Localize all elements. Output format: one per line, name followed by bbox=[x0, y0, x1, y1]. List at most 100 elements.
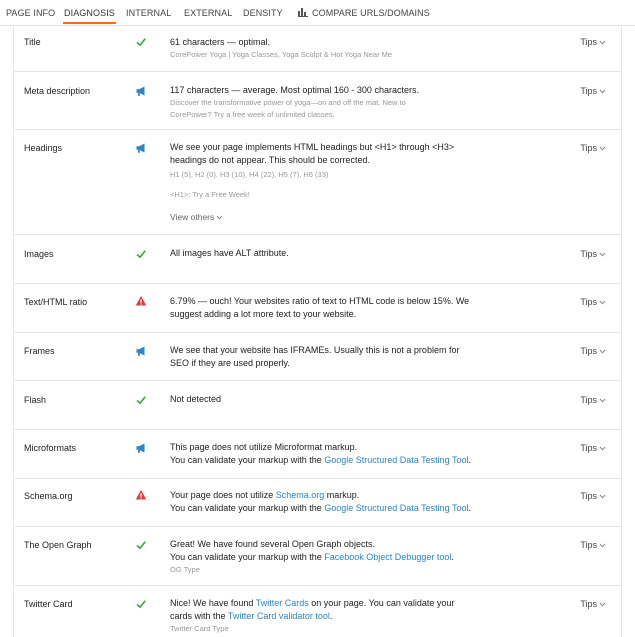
row-details: We see that your website has IFRAMEs. Us… bbox=[170, 344, 490, 370]
row-twitter-card: Twitter Card Nice! We have found Twitter… bbox=[14, 586, 621, 637]
row-details: All images have ALT attribute. bbox=[170, 247, 490, 260]
twitter-cards-link[interactable]: Twitter Cards bbox=[256, 598, 309, 608]
chevron-down-icon bbox=[599, 543, 606, 548]
row-message: 117 characters — average. Most optimal 1… bbox=[170, 85, 419, 95]
chevron-down-icon bbox=[599, 446, 606, 451]
warning-icon bbox=[135, 490, 147, 500]
row-message: 6.79% — ouch! Your websites ratio of tex… bbox=[170, 296, 470, 319]
check-icon bbox=[136, 541, 146, 550]
row-details: Nice! We have found Twitter Cards on you… bbox=[170, 597, 490, 635]
tab-compare-label: COMPARE URLS/DOMAINS bbox=[312, 8, 430, 18]
tips-toggle[interactable]: Tips bbox=[580, 143, 607, 153]
row-text-html-ratio: Text/HTML ratio 6.79% — ouch! Your websi… bbox=[14, 284, 621, 333]
tips-toggle[interactable]: Tips bbox=[580, 540, 607, 550]
row-details: 6.79% — ouch! Your websites ratio of tex… bbox=[170, 295, 490, 321]
check-icon bbox=[136, 38, 146, 47]
row-message: We see that your website has IFRAMEs. Us… bbox=[170, 345, 460, 368]
chevron-down-icon bbox=[599, 494, 606, 499]
tips-toggle[interactable]: Tips bbox=[580, 249, 607, 259]
tab-external[interactable]: EXTERNAL bbox=[184, 8, 232, 18]
meta-description-value: Discover the transformative power of yog… bbox=[170, 98, 406, 119]
check-icon bbox=[136, 250, 146, 259]
megaphone-icon bbox=[136, 443, 145, 453]
megaphone-icon bbox=[136, 86, 145, 96]
row-message: Great! We have found several Open Graph … bbox=[170, 539, 375, 549]
chevron-down-icon bbox=[599, 300, 606, 305]
h1-value: <H1>: Try a Free Week! bbox=[170, 190, 250, 199]
row-meta-description: Meta description 117 characters — averag… bbox=[14, 72, 621, 130]
tips-toggle[interactable]: Tips bbox=[580, 599, 607, 609]
facebook-object-debugger-link[interactable]: Facebook Object Debugger tool bbox=[324, 552, 451, 562]
check-icon bbox=[136, 600, 146, 609]
row-images: Images All images have ALT attribute. Ti… bbox=[14, 235, 621, 284]
tips-toggle[interactable]: Tips bbox=[580, 346, 607, 356]
tips-toggle[interactable]: Tips bbox=[580, 297, 607, 307]
row-details: 117 characters — average. Most optimal 1… bbox=[170, 84, 490, 121]
row-label: Title bbox=[24, 37, 41, 47]
row-label: Microformats bbox=[24, 443, 77, 453]
page-title-value: CorePower Yoga | Yoga Classes, Yoga Scul… bbox=[170, 50, 393, 59]
warning-icon bbox=[135, 296, 147, 306]
row-validate-line: You can validate your markup with the Go… bbox=[170, 503, 472, 513]
row-schema-org: Schema.org Your page does not utilize Sc… bbox=[14, 479, 621, 527]
row-label: Flash bbox=[24, 395, 47, 405]
row-title: Title 61 characters — optimal. CorePower… bbox=[14, 26, 621, 72]
row-label: Text/HTML ratio bbox=[24, 297, 88, 307]
tab-internal[interactable]: INTERNAL bbox=[126, 8, 171, 18]
chevron-down-icon bbox=[599, 349, 606, 354]
chevron-down-icon bbox=[216, 215, 223, 220]
row-flash: Flash Not detected Tips bbox=[14, 381, 621, 430]
tab-compare-urls-domains[interactable]: COMPARE URLS/DOMAINS bbox=[298, 8, 430, 18]
row-details: Your page does not utilize Schema.org ma… bbox=[170, 489, 490, 515]
row-validate-line: cards with the Twitter Card validator to… bbox=[170, 611, 333, 621]
chevron-down-icon bbox=[599, 146, 606, 151]
row-label: Images bbox=[24, 249, 54, 259]
tips-toggle[interactable]: Tips bbox=[580, 443, 607, 453]
row-open-graph: The Open Graph Great! We have found seve… bbox=[14, 527, 621, 586]
tab-density[interactable]: DENSITY bbox=[243, 8, 283, 18]
check-icon bbox=[136, 396, 146, 405]
row-label: The Open Graph bbox=[24, 540, 92, 550]
row-frames: Frames We see that your website has IFRA… bbox=[14, 333, 621, 381]
chevron-down-icon bbox=[599, 398, 606, 403]
google-structured-data-link[interactable]: Google Structured Data Testing Tool bbox=[324, 455, 468, 465]
row-label: Schema.org bbox=[24, 491, 73, 501]
og-type-label: OG Type bbox=[170, 565, 200, 574]
row-validate-line: You can validate your markup with the Fa… bbox=[170, 552, 454, 562]
row-message: We see your page implements HTML heading… bbox=[170, 142, 455, 165]
row-details: Great! We have found several Open Graph … bbox=[170, 538, 490, 576]
row-message: Your page does not utilize Schema.org ma… bbox=[170, 490, 360, 500]
chevron-down-icon bbox=[599, 602, 606, 607]
row-microformats: Microformats This page does not utilize … bbox=[14, 430, 621, 479]
row-message: Not detected bbox=[170, 394, 222, 404]
row-details: We see your page implements HTML heading… bbox=[170, 141, 490, 224]
chevron-down-icon bbox=[599, 40, 606, 45]
chevron-down-icon bbox=[599, 252, 606, 257]
row-details: Not detected bbox=[170, 393, 490, 406]
schema-org-link[interactable]: Schema.org bbox=[276, 490, 325, 500]
row-label: Headings bbox=[24, 143, 63, 153]
row-message: This page does not utilize Microformat m… bbox=[170, 442, 358, 452]
row-label: Frames bbox=[24, 346, 55, 356]
chevron-down-icon bbox=[599, 89, 606, 94]
twitter-card-type-label: Twitter Card Type bbox=[170, 624, 229, 633]
tips-toggle[interactable]: Tips bbox=[580, 37, 607, 47]
tab-bar: PAGE INFO DIAGNOSIS INTERNAL EXTERNAL DE… bbox=[0, 0, 635, 26]
row-headings: Headings We see your page implements HTM… bbox=[14, 130, 621, 235]
google-structured-data-link[interactable]: Google Structured Data Testing Tool bbox=[324, 503, 468, 513]
view-others-link[interactable]: View others bbox=[170, 211, 224, 224]
twitter-card-validator-link[interactable]: Twitter Card validator tool bbox=[228, 611, 330, 621]
tips-toggle[interactable]: Tips bbox=[580, 395, 607, 405]
headings-counts: H1 (5), H2 (0), H3 (10), H4 (22), H5 (7)… bbox=[170, 170, 329, 179]
megaphone-icon bbox=[136, 346, 145, 356]
tips-toggle[interactable]: Tips bbox=[580, 491, 607, 501]
row-message: 61 characters — optimal. bbox=[170, 37, 271, 47]
bar-chart-icon bbox=[298, 8, 308, 17]
tips-toggle[interactable]: Tips bbox=[580, 86, 607, 96]
row-message: Nice! We have found Twitter Cards on you… bbox=[170, 598, 455, 608]
tab-page-info[interactable]: PAGE INFO bbox=[6, 8, 55, 18]
row-validate-line: You can validate your markup with the Go… bbox=[170, 455, 472, 465]
tab-diagnosis[interactable]: DIAGNOSIS bbox=[63, 8, 116, 24]
row-details: This page does not utilize Microformat m… bbox=[170, 441, 490, 467]
megaphone-icon bbox=[136, 143, 145, 153]
